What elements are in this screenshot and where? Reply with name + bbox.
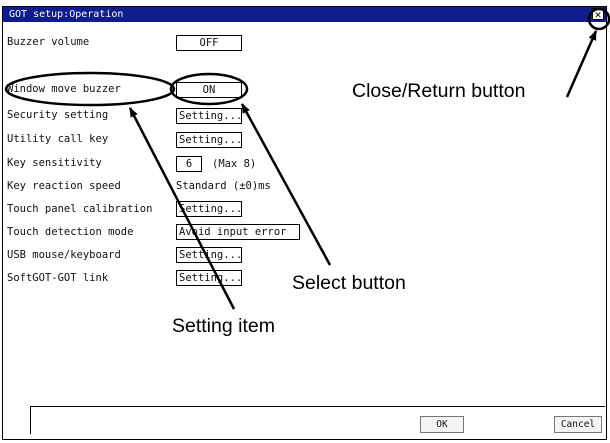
footer-divider-left (30, 406, 31, 434)
softgot-got-link-select-button[interactable]: Setting... (176, 270, 242, 286)
close-icon: ✕ (594, 8, 602, 21)
security-setting-select-button[interactable]: Setting... (176, 108, 242, 124)
callout-select-button: Select button (292, 272, 406, 294)
setting-label-touch-detection-mode: Touch detection mode (7, 226, 134, 238)
usb-mouse-keyboard-select-button[interactable]: Setting... (176, 247, 242, 263)
touch-detection-mode-select-button[interactable]: Avoid input error (176, 224, 300, 240)
window-titlebar: GOT setup:Operation ✕ (3, 7, 606, 22)
close-return-button[interactable]: ✕ (592, 8, 604, 20)
setting-label-security-setting: Security setting (7, 109, 109, 121)
callout-close-return: Close/Return button (352, 80, 526, 102)
setting-label-softgot-got-link: SoftGOT-GOT link (7, 272, 109, 284)
setting-label-utility-call-key: Utility call key (7, 133, 109, 145)
utility-call-key-select-button[interactable]: Setting... (176, 132, 242, 148)
touch-panel-calibration-select-button[interactable]: Setting... (176, 201, 242, 217)
window-title: GOT setup:Operation (9, 9, 124, 20)
key-sensitivity-select-button[interactable]: 6 (176, 156, 202, 172)
key-reaction-speed-value: Standard (±0)ms (176, 180, 271, 192)
footer-divider (30, 406, 605, 407)
window-move-buzzer-select-button[interactable]: ON (176, 82, 242, 98)
setting-label-touch-panel-calibration: Touch panel calibration (7, 203, 153, 215)
setting-label-window-move-buzzer: Window move buzzer (7, 83, 121, 95)
setting-label-usb-mouse-keyboard: USB mouse/keyboard (7, 249, 121, 261)
setting-label-buzzer-volume: Buzzer volume (7, 36, 90, 48)
cancel-button[interactable]: Cancel (554, 416, 602, 433)
key-sensitivity-max-note: (Max 8) (212, 158, 257, 170)
setting-label-key-sensitivity: Key sensitivity (7, 157, 102, 169)
ok-button[interactable]: OK (420, 416, 464, 433)
callout-setting-item: Setting item (172, 315, 275, 337)
setting-label-key-reaction-speed: Key reaction speed (7, 180, 121, 192)
got-setup-window: GOT setup:Operation ✕ (2, 6, 607, 440)
buzzer-volume-select-button[interactable]: OFF (176, 35, 242, 51)
